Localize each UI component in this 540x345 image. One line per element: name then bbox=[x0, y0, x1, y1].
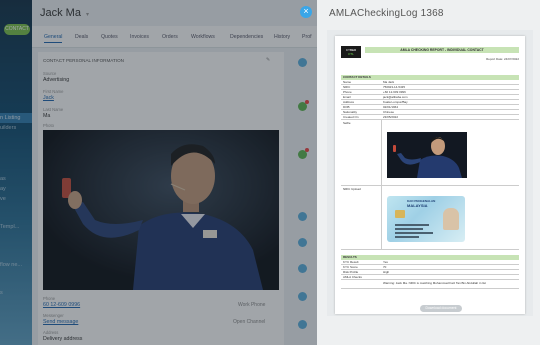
document-panel: AMLACheckingLog 1368 CYBER CTL AMLA CHEC… bbox=[317, 0, 540, 345]
selfie-label: Selfie bbox=[343, 121, 351, 125]
close-icon[interactable]: × bbox=[300, 6, 312, 18]
company-logo: CYBER CTL bbox=[341, 46, 361, 58]
id-photo bbox=[443, 208, 459, 230]
table-row: KYC Score 70 bbox=[341, 265, 519, 270]
results-header: RESULTS bbox=[341, 255, 519, 260]
modal-overlay[interactable] bbox=[0, 0, 317, 345]
download-document-button[interactable]: Download document bbox=[420, 305, 462, 312]
table-row: KYC Result Yes bbox=[341, 260, 519, 265]
amla-note-row: Warning: Jack Ma. NRIC is matching Muham… bbox=[341, 280, 519, 289]
table-row: NRIC 750923-14-5435 bbox=[341, 85, 519, 90]
panel-title: AMLACheckingLog 1368 bbox=[329, 8, 444, 19]
selfie-row: Selfie bbox=[341, 120, 519, 186]
table-row: Risk Profile High bbox=[341, 270, 519, 275]
document-page: CYBER CTL AMLA CHECKING REPORT - INDIVID… bbox=[335, 36, 525, 314]
table-row: DOB 02/01/1964 bbox=[341, 105, 519, 110]
nric-card-image: KAD PENGENALAN MALAYSIA bbox=[387, 196, 465, 242]
amla-note: Warning: Jack Ma. NRIC is matching Muham… bbox=[383, 281, 486, 285]
contact-details-header: CONTACT DETAILS bbox=[341, 75, 519, 80]
report-title: AMLA CHECKING REPORT - INDIVIDUAL CONTAC… bbox=[365, 47, 519, 53]
table-row: Email jack@alibaba.com bbox=[341, 95, 519, 100]
nric-upload-row: NRIC Upload KAD PENGENALAN MALAYSIA bbox=[341, 186, 519, 250]
chip-icon bbox=[395, 210, 405, 218]
logo-text-bottom: CTL bbox=[348, 52, 354, 56]
nric-upload-label: NRIC Upload bbox=[343, 187, 361, 191]
id-card-country: MALAYSIA bbox=[407, 203, 428, 208]
table-row: Created On 23/05/2022 bbox=[341, 115, 519, 120]
table-row: Phone +60 12-609 0996 bbox=[341, 90, 519, 95]
report-date: Report Date: 24/07/2022 bbox=[486, 57, 519, 61]
table-row: Nationality Chinese bbox=[341, 110, 519, 115]
table-row: AMLA Checks bbox=[341, 275, 519, 280]
table-row: Address Kuala Lumpur/Bay bbox=[341, 100, 519, 105]
document-viewer: CYBER CTL AMLA CHECKING REPORT - INDIVID… bbox=[327, 30, 533, 316]
table-row: Name Ma Jack bbox=[341, 80, 519, 85]
selfie-image bbox=[387, 132, 467, 178]
